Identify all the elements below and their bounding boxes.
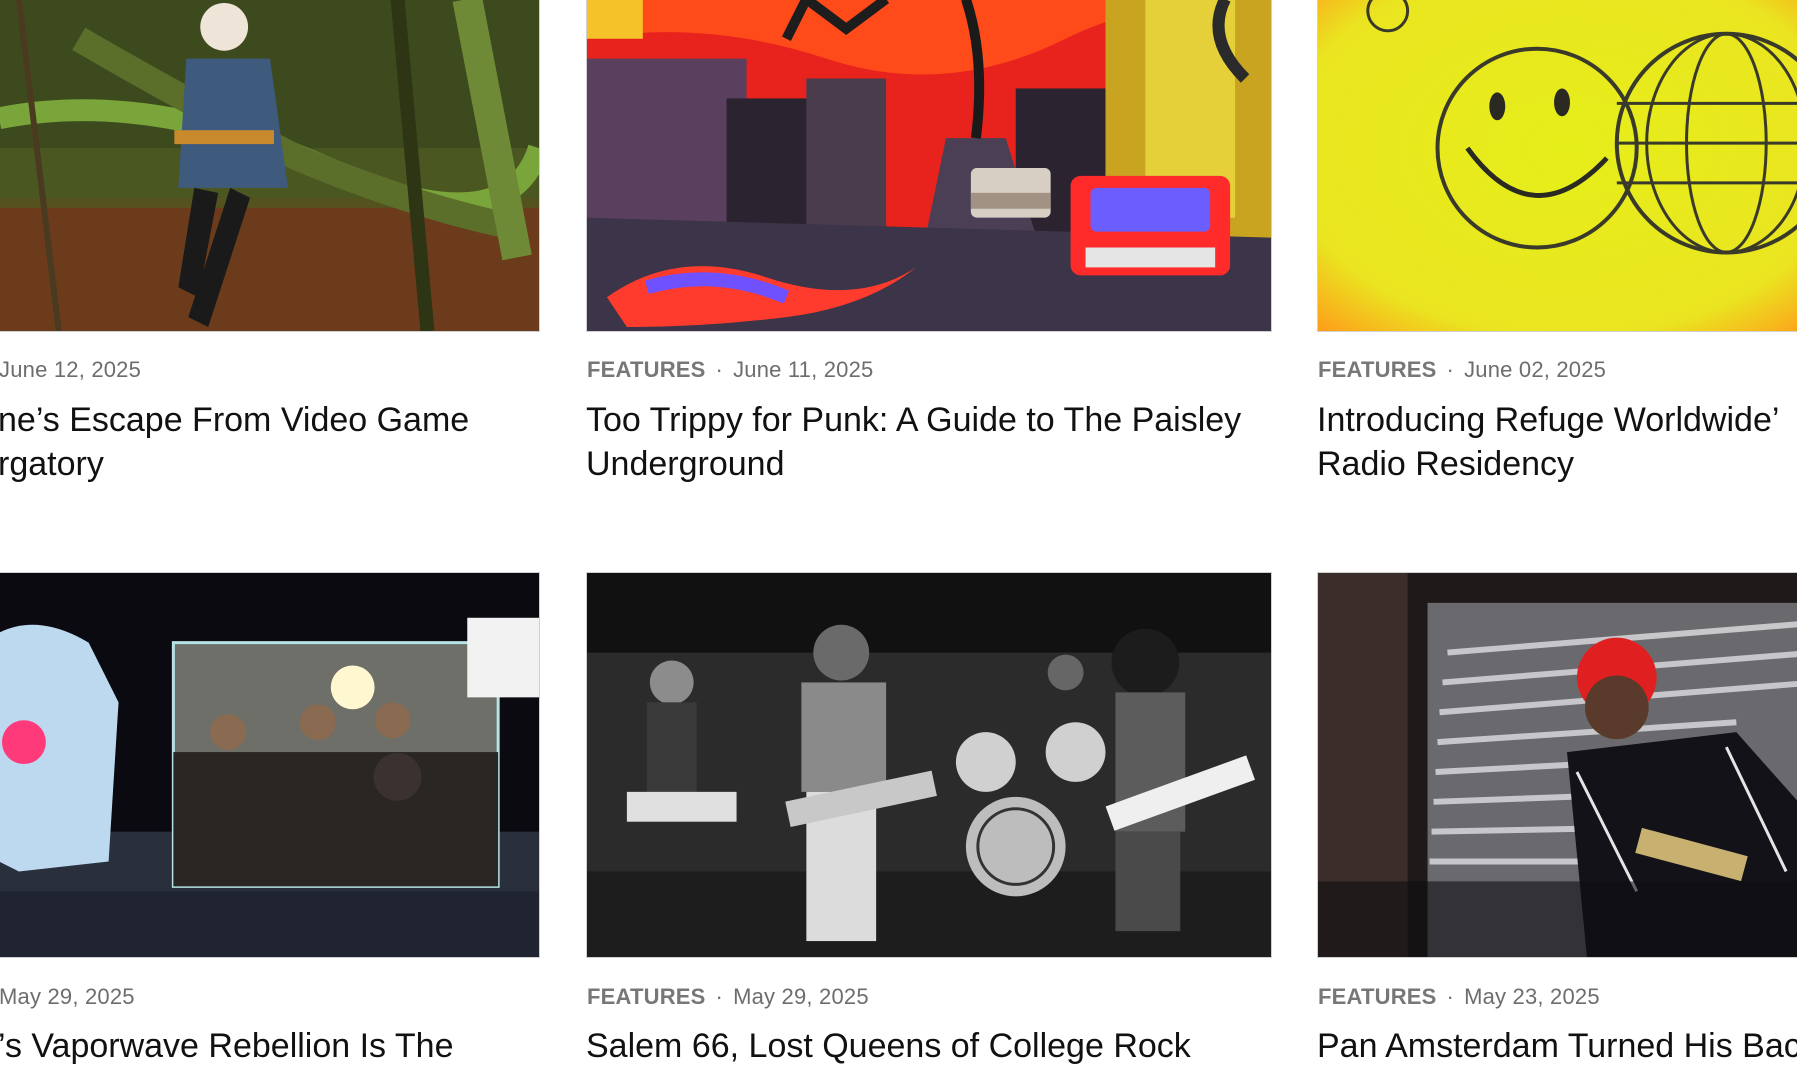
meta-separator: ·	[715, 357, 724, 382]
article-date: June 11, 2025	[733, 357, 874, 382]
article-title[interactable]: ne’s Escape From Video Game rgatory	[0, 398, 538, 486]
article-date: May 23, 2025	[1464, 984, 1600, 1009]
article-date: June 02, 2025	[1464, 357, 1607, 382]
article-title[interactable]: Introducing Refuge Worldwide’ Radio Resi…	[1317, 398, 1797, 486]
article-date: May 29, 2025	[733, 984, 869, 1009]
vaporwave-collage-photo-icon	[0, 573, 539, 957]
article-category-link[interactable]: FEATURES	[587, 357, 706, 382]
article-date: June 12, 2025	[0, 357, 142, 382]
article-title[interactable]: Pan Amsterdam Turned His Bac	[1317, 1024, 1797, 1068]
article-thumbnail[interactable]	[1317, 572, 1797, 958]
band-live-photo-icon	[587, 573, 1271, 957]
psychedelic-street-illustration-icon	[587, 0, 1271, 331]
smiley-globe-illustration-icon	[1318, 0, 1797, 331]
article-meta: FEATURES · June 11, 2025	[587, 357, 874, 383]
article-meta: May 29, 2025	[0, 984, 135, 1010]
meta-separator: ·	[1446, 357, 1455, 382]
article-thumbnail[interactable]	[586, 572, 1272, 958]
article-meta: June 12, 2025	[0, 357, 141, 383]
article-thumbnail[interactable]	[0, 0, 540, 332]
meta-separator: ·	[715, 984, 724, 1009]
article-date: May 29, 2025	[0, 984, 135, 1009]
article-title[interactable]: ’s Vaporwave Rebellion Is The	[0, 1024, 538, 1068]
article-thumbnail[interactable]	[1317, 0, 1797, 332]
meta-separator: ·	[1446, 984, 1455, 1009]
article-thumbnail[interactable]	[586, 0, 1272, 332]
article-category-link[interactable]: FEATURES	[587, 984, 706, 1009]
article-meta: FEATURES · June 02, 2025	[1318, 357, 1606, 383]
trumpet-player-portrait-photo-icon	[1318, 573, 1797, 957]
article-title[interactable]: Too Trippy for Punk: A Guide to The Pais…	[586, 398, 1272, 486]
article-meta: FEATURES · May 23, 2025	[1318, 984, 1600, 1010]
article-title[interactable]: Salem 66, Lost Queens of College Rock	[586, 1024, 1272, 1068]
forest-portrait-photo-icon	[0, 0, 539, 331]
article-meta: FEATURES · May 29, 2025	[587, 984, 869, 1010]
article-category-link[interactable]: FEATURES	[1318, 984, 1437, 1009]
article-category-link[interactable]: FEATURES	[1318, 357, 1437, 382]
article-thumbnail[interactable]	[0, 572, 540, 958]
